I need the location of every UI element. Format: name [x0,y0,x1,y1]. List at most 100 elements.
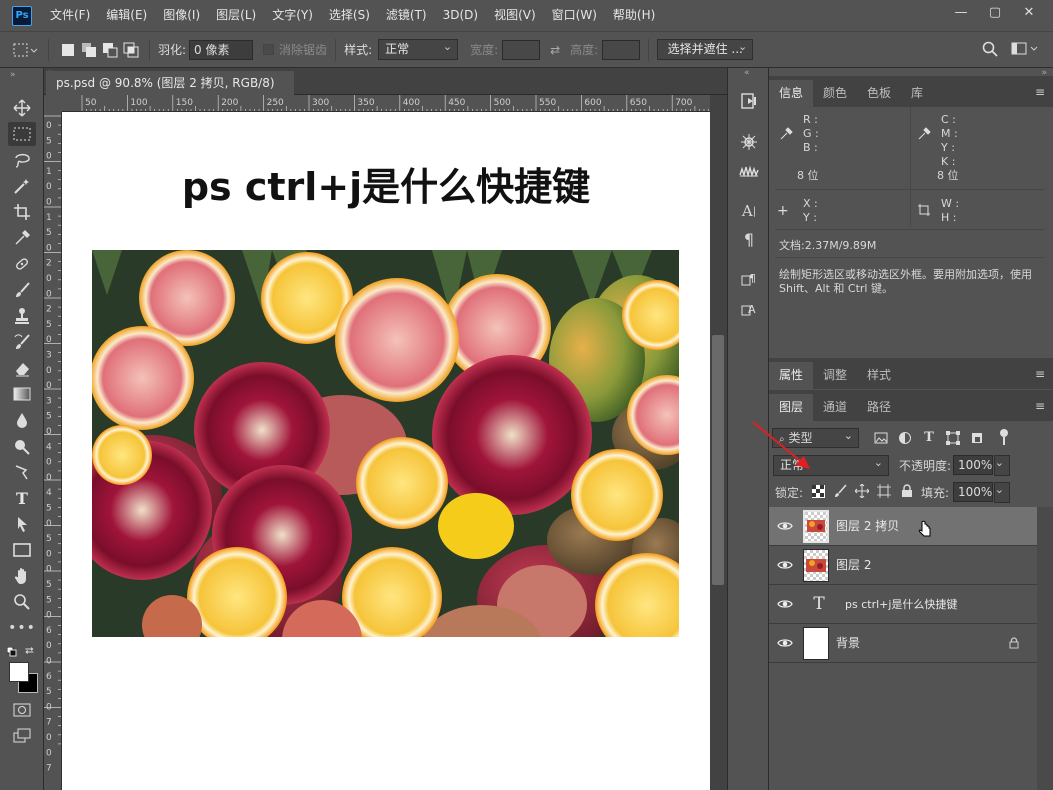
layer-row[interactable]: 图层 2 [769,546,1037,585]
menu-select[interactable]: 选择(S) [321,0,378,31]
antialias-checkbox[interactable] [263,44,275,55]
layers-scrollbar[interactable] [1037,507,1053,790]
marquee-preset-picker[interactable] [10,38,40,62]
history-brush-tool-icon[interactable] [8,330,36,354]
layer-name[interactable]: 背景 [836,624,860,663]
tab-color[interactable]: 颜色 [813,80,857,107]
height-input[interactable] [602,39,641,60]
stamp-tool-icon[interactable] [8,304,36,328]
properties-menu-icon[interactable]: ≡ [1035,367,1045,381]
layer-name[interactable]: ps ctrl+j是什么快捷键 [845,585,957,624]
visibility-eye-icon[interactable] [777,518,793,534]
history-panel-icon[interactable] [736,90,762,112]
tab-styles[interactable]: 样式 [857,362,901,389]
panel-menu-icon[interactable]: ≡ [1035,85,1045,99]
brush-tool-icon[interactable] [8,278,36,302]
filter-smart-object-icon[interactable] [970,431,984,445]
search-icon[interactable] [980,39,1000,59]
tab-properties[interactable]: 属性 [769,362,814,389]
visibility-eye-icon[interactable] [777,557,793,573]
character-styles-icon[interactable]: A [736,298,762,320]
opacity-dropdown[interactable] [994,453,1010,476]
lock-transparency-icon[interactable] [812,485,825,498]
lock-artboard-icon[interactable] [877,484,891,498]
lasso-tool-icon[interactable] [8,148,36,172]
hand-tool-icon[interactable] [8,564,36,588]
tab-paths[interactable]: 路径 [857,394,901,421]
lock-pixels-icon[interactable] [833,484,847,498]
fill-input[interactable]: 100% [953,482,993,502]
layer-name[interactable]: 图层 2 拷贝 [836,507,899,546]
brush-settings-icon[interactable] [736,131,762,153]
layer-thumbnail[interactable] [803,627,829,660]
horizontal-ruler[interactable]: 50 100 150 200 250 300 350 400 450 500 550 600 650 70… [62,95,712,112]
menu-image[interactable]: 图像(I) [155,0,208,31]
type-tool-icon[interactable]: T [8,486,36,510]
filter-shape-icon[interactable] [946,431,960,445]
screen-mode-icon[interactable] [8,724,36,748]
collapse-strip-icon[interactable]: « [744,68,750,78]
dodge-tool-icon[interactable] [8,434,36,458]
quick-mask-icon[interactable] [8,698,36,722]
tab-adjustments[interactable]: 调整 [813,362,857,389]
feather-input[interactable]: 0 像素 [189,39,254,60]
layers-menu-icon[interactable]: ≡ [1035,399,1045,413]
quick-select-tool-icon[interactable] [8,174,36,198]
tab-channels[interactable]: 通道 [813,394,857,421]
zoom-tool-icon[interactable] [8,590,36,614]
filter-type-icon[interactable]: T [922,429,936,445]
eraser-tool-icon[interactable] [8,356,36,380]
subtract-selection-icon[interactable] [101,41,118,58]
fill-dropdown[interactable] [994,480,1010,503]
menu-type[interactable]: 文字(Y) [264,0,321,31]
swap-colors-icon[interactable]: ⮂ [25,644,37,657]
tab-libraries[interactable]: 库 [901,80,933,107]
opacity-input[interactable]: 100% [953,455,993,475]
vertical-ruler[interactable]: 0 5 0 1 0 0 1 5 0 2 0 0 2 5 0 3 0 0 3 5 0 4 0 0 4 5 0 5 0 0 5 5 0 6 0 0 6 5 0 7… [44,112,62,790]
eyedropper-tool-icon[interactable] [8,226,36,250]
canvas-scroll-thumb[interactable] [712,335,724,585]
add-selection-icon[interactable] [80,41,97,58]
select-and-mask-button[interactable]: 选择并遮住 ... [657,37,754,60]
layer-thumbnail[interactable] [803,549,829,582]
swap-dimensions-icon[interactable]: ⇄ [540,43,570,57]
crop-tool-icon[interactable] [8,200,36,224]
path-select-tool-icon[interactable] [8,512,36,536]
character-panel-icon[interactable]: A | [736,200,762,222]
pen-tool-icon[interactable] [8,460,36,484]
tab-info[interactable]: 信息 [769,80,814,107]
more-tools-icon[interactable]: ••• [8,616,36,640]
filter-toggle-icon[interactable] [999,428,1009,446]
layer-row[interactable]: T ps ctrl+j是什么快捷键 [769,585,1037,624]
paragraph-styles-icon[interactable]: ¶ [736,268,762,290]
ruler-origin[interactable] [44,95,62,112]
style-select[interactable]: 正常 [378,37,459,60]
default-colors-icon[interactable] [6,646,17,657]
filter-pixel-icon[interactable] [874,431,888,445]
filter-adjustment-icon[interactable] [898,431,912,445]
tab-swatches[interactable]: 色板 [857,80,901,107]
move-tool-icon[interactable] [8,96,36,120]
text-layer-icon[interactable]: T [809,593,829,615]
lock-position-icon[interactable] [854,483,870,499]
minimize-button[interactable]: — [944,0,978,24]
menu-layer[interactable]: 图层(L) [208,0,264,31]
healing-brush-tool-icon[interactable] [8,252,36,276]
menu-window[interactable]: 窗口(W) [544,0,605,31]
document-tab[interactable]: ps.psd @ 90.8% (图层 2 拷贝, RGB/8) * × [46,71,294,114]
lock-all-icon[interactable] [901,484,913,498]
menu-filter[interactable]: 滤镜(T) [378,0,435,31]
new-selection-icon[interactable] [59,41,76,58]
intersect-selection-icon[interactable] [122,41,139,58]
visibility-eye-icon[interactable] [777,596,793,612]
menu-file[interactable]: 文件(F) [42,0,98,31]
rectangle-tool-icon[interactable] [8,538,36,562]
close-window-button[interactable]: ✕ [1012,0,1046,24]
layer-row[interactable]: 图层 2 拷贝 [769,507,1037,546]
paragraph-panel-icon[interactable]: ¶ [736,228,762,250]
menu-edit[interactable]: 编辑(E) [98,0,155,31]
document-canvas[interactable]: ps ctrl+j是什么快捷键 [62,112,710,790]
layer-name[interactable]: 图层 2 [836,546,871,585]
workspace-switcher-icon[interactable] [1010,39,1040,59]
menu-3d[interactable]: 3D(D) [435,0,486,31]
